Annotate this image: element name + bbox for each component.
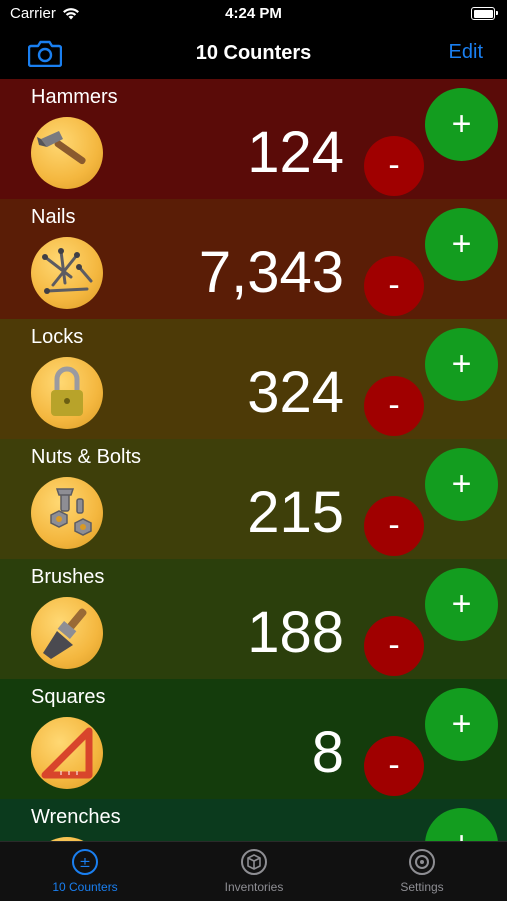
nav-bar: 10 Counters Edit bbox=[0, 30, 507, 78]
lock-icon bbox=[31, 357, 103, 429]
counter-name: Squares bbox=[31, 686, 106, 708]
battery-icon bbox=[471, 7, 498, 20]
svg-text:±: ± bbox=[79, 855, 91, 871]
counter-value: 8 bbox=[311, 720, 344, 785]
counter-row: Nails 7,343 - + bbox=[0, 199, 507, 319]
increment-button[interactable]: + bbox=[425, 328, 498, 401]
nails-icon bbox=[31, 237, 103, 309]
counter-row: Locks 324 - + bbox=[0, 319, 507, 439]
counter-list: Hammers 124 - + Nails 7,343 - + Locks 32… bbox=[0, 79, 507, 841]
nuts-bolts-icon bbox=[31, 477, 103, 549]
increment-button[interactable]: + bbox=[425, 448, 498, 521]
counter-value: 215 bbox=[247, 480, 344, 545]
tab-label: Settings bbox=[400, 880, 444, 894]
tab-bar: ± 10 Counters Inventories Settings bbox=[0, 841, 507, 901]
decrement-button[interactable]: - bbox=[364, 736, 424, 796]
hammer-icon bbox=[31, 117, 103, 189]
counter-row: Brushes 188 - + bbox=[0, 559, 507, 679]
status-bar: Carrier 4:24 PM bbox=[0, 0, 507, 30]
counter-row: Nuts & Bolts 215 - + bbox=[0, 439, 507, 559]
counter-name: Wrenches bbox=[31, 806, 121, 828]
counter-row: Squares 8 - + bbox=[0, 679, 507, 799]
counter-value: 7,343 bbox=[198, 240, 344, 305]
tab-counters[interactable]: ± 10 Counters bbox=[25, 848, 145, 894]
counter-row: Wrenches - + bbox=[0, 799, 507, 841]
tab-settings[interactable]: Settings bbox=[362, 848, 482, 894]
increment-button[interactable]: + bbox=[425, 88, 498, 161]
status-time: 4:24 PM bbox=[225, 5, 282, 22]
counter-name: Brushes bbox=[31, 566, 105, 588]
increment-button[interactable]: + bbox=[425, 688, 498, 761]
counter-name: Nails bbox=[31, 206, 76, 228]
tab-label: 10 Counters bbox=[52, 880, 118, 894]
decrement-button[interactable]: - bbox=[364, 496, 424, 556]
tab-label: Inventories bbox=[224, 880, 284, 894]
counter-value: 188 bbox=[247, 600, 344, 665]
counter-name: Hammers bbox=[31, 86, 118, 108]
edit-button[interactable]: Edit bbox=[449, 41, 483, 64]
settings-icon bbox=[409, 849, 435, 875]
counter-name: Locks bbox=[31, 326, 84, 348]
decrement-button[interactable]: - bbox=[364, 616, 424, 676]
square-ruler-icon bbox=[31, 717, 103, 789]
increment-button[interactable]: + bbox=[425, 808, 498, 841]
counter-name: Nuts & Bolts bbox=[31, 446, 142, 468]
box-icon bbox=[241, 849, 267, 875]
page-title: 10 Counters bbox=[195, 42, 312, 64]
tab-inventories[interactable]: Inventories bbox=[194, 848, 314, 894]
decrement-button[interactable]: - bbox=[364, 136, 424, 196]
increment-button[interactable]: + bbox=[425, 208, 498, 281]
brush-icon bbox=[31, 597, 103, 669]
counter-row: Hammers 124 - + bbox=[0, 79, 507, 199]
decrement-button[interactable]: - bbox=[364, 256, 424, 316]
counter-icon: ± bbox=[72, 849, 98, 875]
counter-value: 324 bbox=[247, 360, 344, 425]
increment-button[interactable]: + bbox=[425, 568, 498, 641]
decrement-button[interactable]: - bbox=[364, 376, 424, 436]
counter-value: 124 bbox=[247, 120, 344, 185]
